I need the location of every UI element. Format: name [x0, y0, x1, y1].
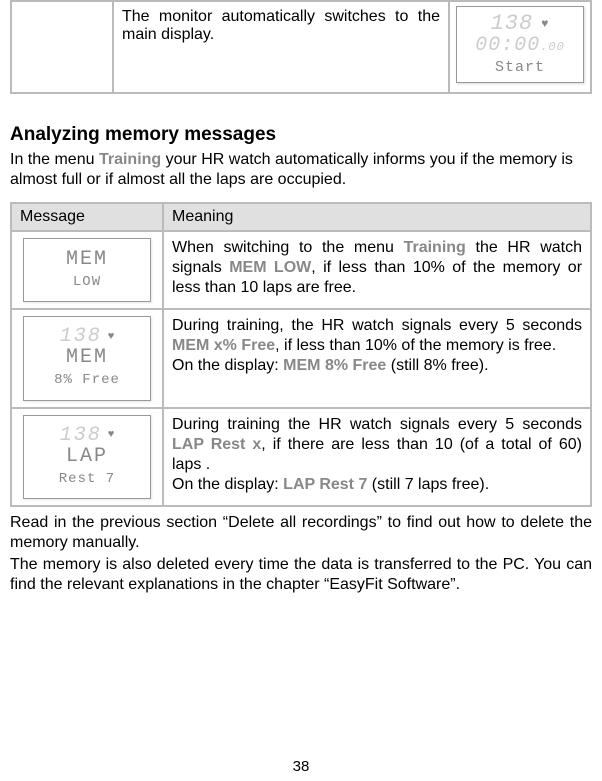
t2p4: LAP Rest 7: [283, 476, 367, 493]
t0p1: Training: [404, 239, 466, 256]
t1p0: During training, the HR watch signals ev…: [172, 317, 582, 334]
table-row: 138 ♥ MEM 8% Free During training, the HR…: [12, 310, 590, 406]
t1p3: On the display:: [172, 357, 283, 374]
header-message: Message: [12, 204, 162, 230]
lcd-cell-laprest: 138 ♥ LAP Rest 7: [12, 409, 162, 505]
lcd-laprest-r2: LAP: [28, 446, 146, 468]
heart-icon: ♥: [108, 429, 115, 443]
t2p0: During training the HR watch signals eve…: [172, 416, 582, 433]
meaning-memlow: When switching to the menu Training the …: [164, 232, 590, 308]
table-row: MEM LOW When switching to the menu Train…: [12, 232, 590, 308]
header-meaning: Meaning: [164, 204, 590, 230]
lcd-laprest: 138 ♥ LAP Rest 7: [23, 415, 151, 499]
t2p1: LAP Rest x: [172, 436, 261, 453]
top-lcd-cell: 138 ♥ 00:00.00 Start: [450, 2, 590, 92]
lcd-time: 00:00: [475, 34, 540, 57]
lcd-memfree: 138 ♥ MEM 8% Free: [23, 316, 151, 400]
footer-p2: The memory is also deleted every time th…: [10, 555, 592, 595]
lcd-laprest-r1: 138: [60, 426, 102, 446]
lcd-memlow: MEM LOW: [23, 238, 151, 302]
lcd-memlow-r3: LOW: [28, 271, 146, 293]
table-row: 138 ♥ LAP Rest 7 During training the HR w…: [12, 409, 590, 505]
page-number: 38: [0, 758, 602, 775]
t0p3: MEM LOW: [229, 259, 311, 276]
message-table: Message Meaning MEM LOW When switching t…: [10, 202, 592, 507]
t1p1: MEM x% Free: [172, 337, 275, 354]
lcd-laprest-r3: Rest 7: [28, 468, 146, 490]
lcd-time-suffix: .00: [540, 40, 565, 54]
meaning-memfree: During training, the HR watch signals ev…: [164, 310, 590, 406]
lcd-start: Start: [461, 57, 579, 78]
lcd-memfree-r2: MEM: [28, 347, 146, 369]
t2p5: (still 7 laps free).: [367, 476, 489, 493]
heart-icon: ♥: [108, 331, 115, 345]
section-heading: Analyzing memory messages: [10, 124, 592, 146]
t2p3: On the display:: [172, 476, 283, 493]
footer-p1: Read in the previous section “Delete all…: [10, 513, 592, 553]
lcd-memlow-r2: MEM: [28, 249, 146, 271]
lcd-memfree-r3: 8% Free: [28, 369, 146, 391]
section-intro: In the menu Training your HR watch autom…: [10, 150, 592, 190]
top-empty-cell: [12, 2, 112, 92]
t1p4: MEM 8% Free: [283, 357, 386, 374]
lcd-cell-memfree: 138 ♥ MEM 8% Free: [12, 310, 162, 406]
main-display-lcd: 138 ♥ 00:00.00 Start: [456, 6, 584, 83]
meaning-laprest: During training the HR watch signals eve…: [164, 409, 590, 505]
lcd-cell-memlow: MEM LOW: [12, 232, 162, 308]
intro-a: In the menu: [10, 151, 99, 168]
t1p5: (still 8% free).: [386, 357, 488, 374]
lcd-memfree-r1: 138: [60, 327, 102, 347]
intro-training: Training: [99, 151, 161, 168]
top-desc-cell: The monitor automatically switches to th…: [114, 2, 448, 92]
t0p0: When switching to the menu: [172, 239, 404, 256]
top-table: The monitor automatically switches to th…: [10, 0, 592, 94]
lcd-hr: 138: [491, 13, 534, 35]
top-desc-text: The monitor automatically switches to th…: [122, 8, 440, 43]
t1p2: , if less than 10% of the memory is free…: [275, 337, 556, 354]
heart-icon: ♥: [541, 18, 549, 30]
table-header-row: Message Meaning: [12, 204, 590, 230]
